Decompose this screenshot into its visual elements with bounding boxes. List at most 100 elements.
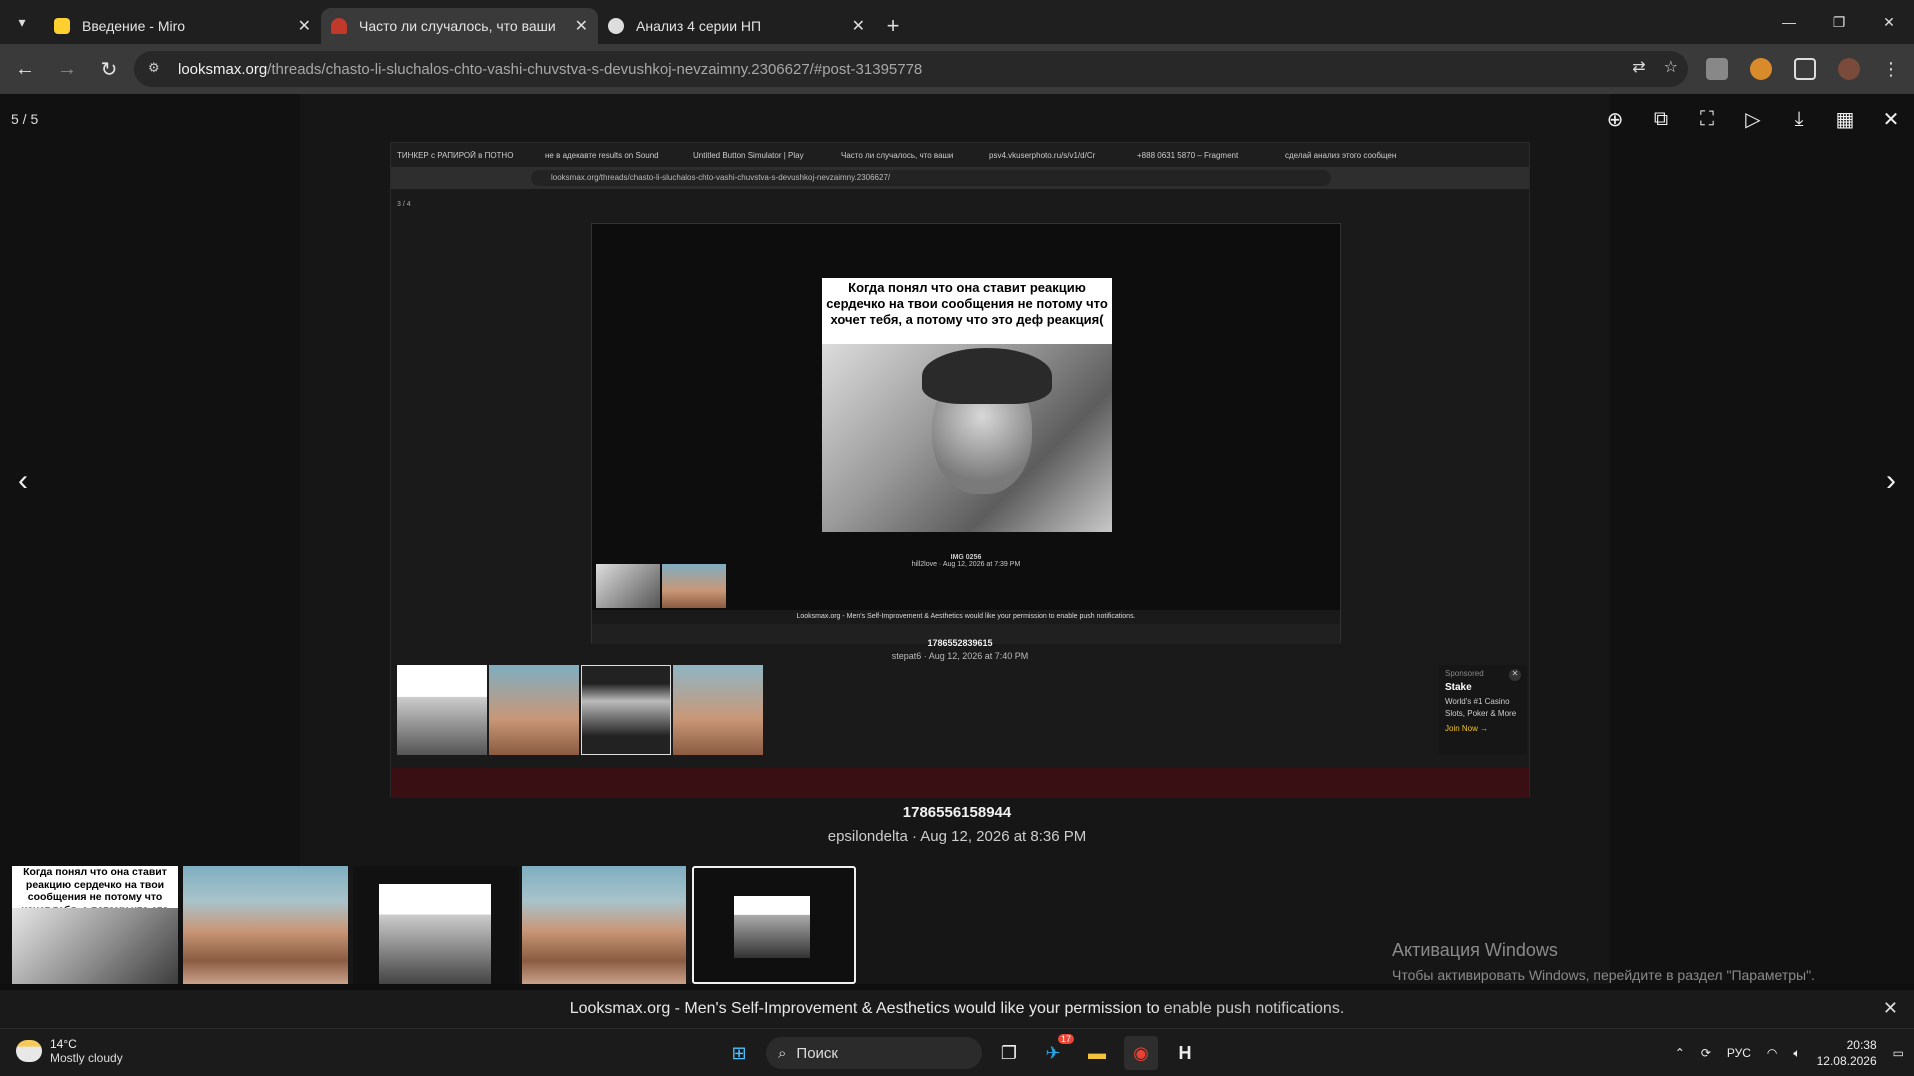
- activation-subtitle: Чтобы активировать Windows, перейдите в …: [1392, 967, 1815, 983]
- clock-date: 12.08.2026: [1816, 1054, 1877, 1068]
- thumbnail-1[interactable]: Когда понял что она ставит реакцию серде…: [12, 866, 178, 984]
- looksmax-favicon-icon: [331, 18, 347, 34]
- wifi-icon[interactable]: ◠: [1767, 1046, 1777, 1060]
- open-new-window-icon[interactable]: ⧉: [1638, 94, 1684, 144]
- meme-photo: [822, 344, 1112, 532]
- ad-brand: Stake: [1445, 682, 1472, 693]
- close-tab-icon[interactable]: ✕: [575, 16, 588, 36]
- inner-tab: ТИНКЕР с РАПИРОЙ в ПОТНО: [397, 150, 514, 160]
- thumbnail-4[interactable]: [522, 866, 686, 984]
- thumbnail-5-selected[interactable]: [692, 866, 856, 984]
- fullscreen-icon[interactable]: ⛶: [1684, 94, 1730, 144]
- inner-tab-strip: ТИНКЕР с РАПИРОЙ в ПОТНО не в адекавте r…: [391, 143, 1529, 167]
- thumbnail-2[interactable]: [183, 866, 348, 984]
- inner-counter: 3 / 4: [397, 201, 411, 208]
- new-tab-button[interactable]: +: [875, 8, 911, 44]
- minimize-icon[interactable]: —: [1764, 0, 1814, 44]
- prev-image-icon[interactable]: ‹: [18, 464, 28, 498]
- weather-widget[interactable]: 14°C Mostly cloudy: [16, 1037, 123, 1065]
- clock-time: 20:38: [1846, 1038, 1877, 1052]
- extensions-area: ⋮: [1706, 48, 1914, 90]
- tab-looksmax[interactable]: Часто ли случалось, что ваши ✕: [321, 8, 598, 44]
- site-info-icon[interactable]: ⚙: [148, 60, 166, 78]
- window-close-icon[interactable]: ✕: [1864, 0, 1914, 44]
- close-tab-icon[interactable]: ✕: [852, 16, 865, 36]
- image-caption-title: 1786556158944: [902, 804, 1012, 821]
- next-image-icon[interactable]: ›: [1886, 464, 1896, 498]
- reload-icon[interactable]: ↻: [88, 48, 130, 90]
- lightbox-toolbar: ⊕ ⧉ ⛶ ▷ ⤓ ▦ ✕: [1592, 94, 1914, 144]
- chrome-menu-icon[interactable]: ⋮: [1882, 59, 1900, 80]
- meme-caption: Когда понял что она ставит реакцию серде…: [826, 280, 1108, 327]
- chrome-icon[interactable]: ◉: [1124, 1036, 1158, 1070]
- url-path: /threads/chasto-li-sluchalos-chto-vashi-…: [267, 60, 923, 78]
- task-view-icon[interactable]: ❐: [992, 1036, 1026, 1070]
- lightbox-close-icon[interactable]: ✕: [1868, 94, 1914, 144]
- thumbnail-3[interactable]: [353, 866, 519, 984]
- extensions-puzzle-icon[interactable]: [1794, 58, 1816, 80]
- sync-icon[interactable]: ⟳: [1701, 1046, 1711, 1060]
- translate-icon[interactable]: ⇄: [1632, 57, 1645, 77]
- profile-avatar[interactable]: [1838, 58, 1860, 80]
- thumb-photo: [12, 908, 178, 984]
- telegram-icon[interactable]: ✈ 17: [1036, 1034, 1074, 1070]
- volume-icon[interactable]: 🔈︎: [1793, 1046, 1800, 1061]
- mid-thumb: [673, 665, 763, 755]
- window-controls: — ❐ ✕: [1764, 0, 1914, 44]
- inner-url: looksmax.org/threads/chasto-li-sluchalos…: [531, 170, 1331, 186]
- back-icon[interactable]: ←: [4, 48, 46, 90]
- slideshow-play-icon[interactable]: ▷: [1730, 94, 1776, 144]
- notification-center-icon[interactable]: ▭: [1893, 1046, 1904, 1060]
- tab-title: Часто ли случалось, что ваши: [359, 18, 556, 34]
- sponsored-ad[interactable]: Sponsored ✕ Stake World's #1 Casino Slot…: [1439, 665, 1527, 755]
- mid-caption-sub: stepat6 · Aug 12, 2026 at 7:40 PM: [891, 651, 1029, 661]
- zoom-icon[interactable]: ⊕: [1592, 94, 1638, 144]
- tab-title: Введение - Miro: [82, 18, 186, 34]
- mid-thumb: [397, 665, 487, 755]
- download-icon[interactable]: ⤓: [1776, 94, 1822, 144]
- browser-toolbar: ← → ↻ ⚙ looksmax.org/threads/chasto-li-s…: [0, 44, 1914, 94]
- inner-notification: Looksmax.org - Men's Self-Improvement & …: [592, 610, 1340, 624]
- tray-chevron-icon[interactable]: ⌃: [1675, 1046, 1685, 1060]
- close-tab-icon[interactable]: ✕: [298, 16, 311, 36]
- taskbar-apps: ⊞ ⌕ Поиск ❐ ✈ 17 ▬ ◉ H: [722, 1034, 1202, 1071]
- notification-text: Looksmax.org - Men's Self-Improvement & …: [569, 1000, 1160, 1017]
- weather-temp: 14°C: [50, 1037, 77, 1051]
- inner-tab: Часто ли случалось, что ваши: [841, 150, 954, 160]
- taskbar-search[interactable]: ⌕ Поиск: [766, 1037, 982, 1069]
- system-tray: ⌃ ⟳ РУС ◠ 🔈︎ 20:38 12.08.2026 ▭: [1675, 1033, 1904, 1073]
- inner-red-taskbar: [391, 768, 1529, 798]
- windows-start-icon[interactable]: ⊞: [722, 1036, 756, 1070]
- image-lightbox: 5 / 5 ⊕ ⧉ ⛶ ▷ ⤓ ▦ ✕ ‹ › ТИНКЕР с РАПИРОЙ…: [0, 94, 1914, 984]
- thumb-inner-image: [379, 884, 491, 984]
- thumbnails-grid-icon[interactable]: ▦: [1822, 94, 1868, 144]
- hair-shape: [922, 348, 1052, 404]
- address-bar[interactable]: ⚙ looksmax.org/threads/chasto-li-sluchal…: [134, 51, 1688, 87]
- clock[interactable]: 20:38 12.08.2026: [1817, 1037, 1877, 1069]
- activation-title: Активация Windows: [1392, 940, 1558, 960]
- language-indicator[interactable]: РУС: [1727, 1046, 1751, 1060]
- notification-close-icon[interactable]: ✕: [1883, 998, 1898, 1019]
- extension-cube-icon[interactable]: [1706, 58, 1728, 80]
- tab-analysis[interactable]: Анализ 4 серии НП ✕: [598, 8, 875, 44]
- inner-tab: не в адекавте results on Sound: [545, 150, 659, 160]
- ad-close-icon[interactable]: ✕: [1509, 669, 1521, 681]
- thumb-meme-caption: Когда понял что она ставит реакцию серде…: [12, 866, 178, 908]
- search-icon: ⌕: [778, 1044, 787, 1062]
- bookmark-star-icon[interactable]: ☆: [1664, 57, 1678, 77]
- tab-search-icon[interactable]: ▾: [0, 0, 44, 44]
- restore-icon[interactable]: ❐: [1814, 0, 1864, 44]
- inner-tab: сделай анализ этого сообщен: [1285, 150, 1397, 160]
- push-notification-bar: Looksmax.org - Men's Self-Improvement & …: [0, 990, 1914, 1028]
- mid-caption-title: 1786552839615: [927, 638, 993, 648]
- hyper-app-icon[interactable]: H: [1168, 1036, 1202, 1070]
- enable-notifications-link[interactable]: enable push notifications.: [1164, 1000, 1345, 1018]
- inner-thumb: [596, 564, 660, 608]
- inner-tab: Untitled Button Simulator | Play: [693, 150, 804, 160]
- tab-title: Анализ 4 серии НП: [636, 18, 762, 34]
- file-explorer-icon[interactable]: ▬: [1080, 1036, 1114, 1070]
- tab-miro[interactable]: Введение - Miro ✕: [44, 8, 321, 44]
- ad-cta: Join Now →: [1445, 724, 1489, 733]
- extension-cookie-icon[interactable]: [1750, 58, 1772, 80]
- forward-icon[interactable]: →: [46, 48, 88, 90]
